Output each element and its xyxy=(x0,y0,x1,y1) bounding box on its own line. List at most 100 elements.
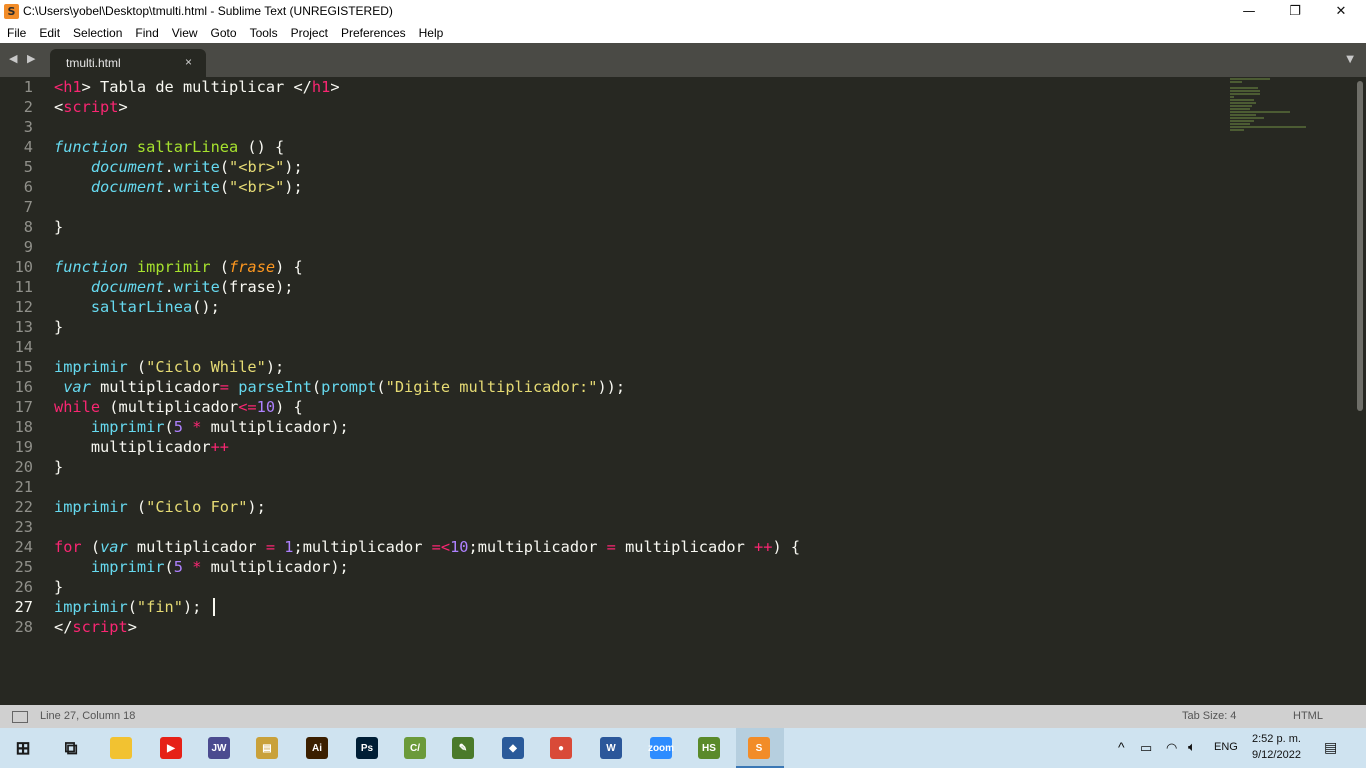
code-line: document.write("<br>"); xyxy=(90,178,303,196)
sublime-app-icon: S xyxy=(4,4,19,19)
line-number: 11 xyxy=(14,278,33,296)
menu-view[interactable]: View xyxy=(165,26,204,40)
tab-close-icon[interactable]: × xyxy=(185,55,192,69)
line-number: 5 xyxy=(23,158,33,176)
battery-icon[interactable]: ▭ xyxy=(1140,740,1152,756)
menu-edit[interactable]: Edit xyxy=(32,26,66,40)
close-button[interactable]: ✕ xyxy=(1318,0,1364,23)
tab-strip: ◀ ▶ tmulti.html × ▼ xyxy=(0,43,1366,77)
code-line: for (var multiplicador = 1;multiplicador… xyxy=(54,538,801,556)
virtualbox-icon[interactable]: ◆ xyxy=(502,737,524,759)
code-line: document.write(frase); xyxy=(90,278,294,296)
line-number: 16 xyxy=(14,378,33,396)
line-number: 14 xyxy=(14,338,33,356)
code-line: } xyxy=(54,218,64,236)
chrome-icon[interactable]: ● xyxy=(550,737,572,759)
sublime-icon[interactable]: S xyxy=(748,737,770,759)
code-line: } xyxy=(54,318,64,336)
line-number: 21 xyxy=(14,478,33,496)
code-line: multiplicador++ xyxy=(54,438,229,456)
line-number: 9 xyxy=(23,238,33,256)
menu-file[interactable]: File xyxy=(0,26,32,40)
file-explorer-icon[interactable] xyxy=(110,737,132,759)
code-line: document.write("<br>"); xyxy=(90,158,303,176)
line-number: 26 xyxy=(14,578,33,596)
maximize-button[interactable]: ❐ xyxy=(1272,0,1318,23)
line-number: 22 xyxy=(14,498,33,516)
line-number: 15 xyxy=(14,358,33,376)
cpp-icon[interactable]: C/ xyxy=(404,737,426,759)
panel-toggle-icon[interactable] xyxy=(12,711,28,723)
status-bar: Line 27, Column 18 Tab Size: 4 HTML xyxy=(0,705,1366,728)
minimize-button[interactable]: — xyxy=(1226,0,1272,23)
code-line: imprimir(5 * multiplicador); xyxy=(90,558,349,576)
menu-bar: File Edit Selection Find View Goto Tools… xyxy=(0,23,1366,43)
vertical-scrollbar[interactable] xyxy=(1354,77,1366,705)
clock-time[interactable]: 2:52 p. m. xyxy=(1252,733,1301,745)
code-line: function saltarLinea () { xyxy=(54,138,285,156)
wifi-icon[interactable]: ◠ xyxy=(1166,740,1177,756)
jw-icon[interactable]: JW xyxy=(208,737,230,759)
system-tray: ^ ▭ ◠ 🔈︎ ENG 2:52 p. m. 9/12/2022 ▤ xyxy=(1110,728,1366,768)
windows-taskbar: ⊞ ⧉ ▶ JW ▤ Ai Ps C/ ✎ ◆ ● Wzoom HS S ^ ▭ ◠ 🔈︎ ENG 2:5… xyxy=(0,728,1366,768)
tray-chevron-icon[interactable]: ^ xyxy=(1118,739,1125,755)
line-number: 12 xyxy=(14,298,33,316)
certificate-icon[interactable]: ▤ xyxy=(256,737,278,759)
tab-list-dropdown-icon[interactable]: ▼ xyxy=(1346,54,1354,65)
line-number: 6 xyxy=(23,178,33,196)
youtube-icon[interactable]: ▶ xyxy=(160,737,182,759)
code-line: <h1> Tabla de multiplicar </h1> xyxy=(54,78,340,96)
menu-preferences[interactable]: Preferences xyxy=(334,26,412,40)
code-line: } xyxy=(54,578,64,596)
code-line: var multiplicador= parseInt(prompt("Digi… xyxy=(63,378,626,396)
menu-help[interactable]: Help xyxy=(412,26,450,40)
code-line: imprimir("fin"); xyxy=(54,597,800,617)
word-icon[interactable]: W xyxy=(600,737,622,759)
zoom-icon[interactable]: zoom xyxy=(648,737,674,759)
line-number: 10 xyxy=(14,258,33,276)
code-area[interactable]: <h1> Tabla de multiplicar </h1> <script>… xyxy=(54,77,800,637)
scrollbar-thumb[interactable] xyxy=(1357,81,1363,411)
window-title: C:\Users\yobel\Desktop\tmulti.html - Sub… xyxy=(23,4,393,18)
menu-goto[interactable]: Goto xyxy=(204,26,243,40)
line-number: 4 xyxy=(23,138,33,156)
line-number: 23 xyxy=(14,518,33,536)
cursor-position: Line 27, Column 18 xyxy=(40,710,136,722)
title-bar: S C:\Users\yobel\Desktop\tmulti.html - S… xyxy=(0,0,1366,23)
notification-center-icon[interactable]: ▤ xyxy=(1324,739,1337,756)
code-line: while (multiplicador<=10) { xyxy=(54,398,303,416)
start-icon[interactable]: ⊞ xyxy=(12,737,34,759)
code-line: imprimir ("Ciclo For"); xyxy=(54,498,266,516)
line-number: 17 xyxy=(14,398,33,416)
code-editor[interactable]: 1 2 3 4 5 6 7 8 9 10 11 12 13 14 15 16 17 18 19 20 21 22 23 24 2… xyxy=(0,77,1354,705)
menu-project[interactable]: Project xyxy=(284,26,334,40)
minimap[interactable] xyxy=(1230,78,1310,138)
line-number: 28 xyxy=(14,618,33,636)
hs-icon[interactable]: HS xyxy=(698,737,720,759)
volume-icon[interactable]: 🔈︎ xyxy=(1188,739,1196,755)
illustrator-icon[interactable]: Ai xyxy=(306,737,328,759)
language-indicator[interactable]: ENG xyxy=(1214,741,1238,753)
line-number: 7 xyxy=(23,198,33,216)
tab-size[interactable]: Tab Size: 4 xyxy=(1182,710,1236,722)
line-number: 18 xyxy=(14,418,33,436)
tab-tmulti-html[interactable]: tmulti.html × xyxy=(50,49,206,77)
line-number: 13 xyxy=(14,318,33,336)
task-view-icon[interactable]: ⧉ xyxy=(60,737,82,759)
tool-icon[interactable]: ✎ xyxy=(452,737,474,759)
photoshop-icon[interactable]: Ps xyxy=(356,737,378,759)
line-number: 1 xyxy=(23,78,33,96)
menu-tools[interactable]: Tools xyxy=(243,26,284,40)
menu-find[interactable]: Find xyxy=(128,26,164,40)
line-number-gutter: 1 2 3 4 5 6 7 8 9 10 11 12 13 14 15 16 17 18 19 20 21 22 23 24 2… xyxy=(0,77,40,637)
menu-selection[interactable]: Selection xyxy=(66,26,128,40)
line-number: 19 xyxy=(14,438,33,456)
clock-date[interactable]: 9/12/2022 xyxy=(1252,749,1301,761)
syntax-mode[interactable]: HTML xyxy=(1293,710,1323,722)
tab-nav-arrows-icon[interactable]: ◀ ▶ xyxy=(9,52,38,65)
